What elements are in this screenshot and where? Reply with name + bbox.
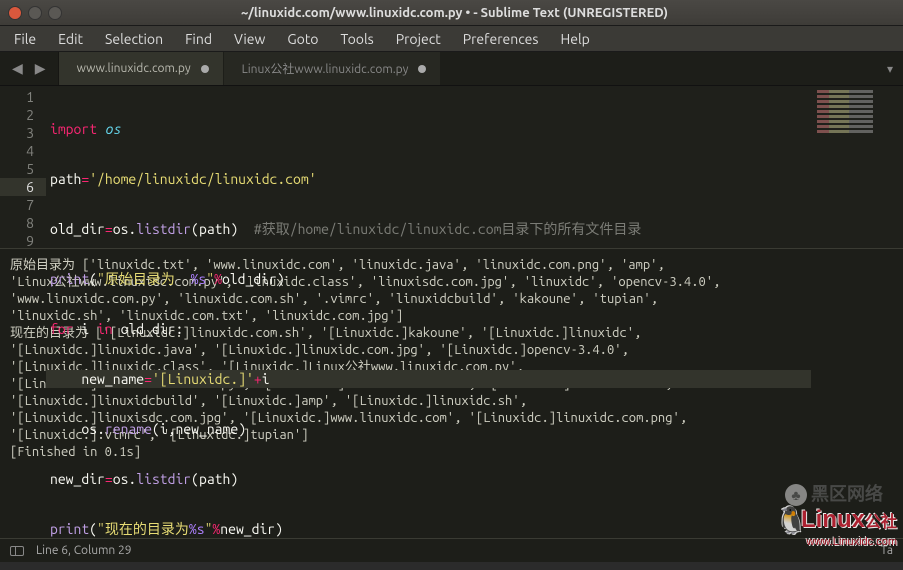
line-number: 2 xyxy=(0,106,46,124)
nav-arrows: ◀ ▶ xyxy=(0,52,59,85)
string: "原始目录为 xyxy=(97,271,191,287)
tux-icon: 🐧 xyxy=(775,505,807,536)
line-number-current: 6 xyxy=(0,178,46,196)
identifier: new_dir) xyxy=(220,521,283,537)
operator: + xyxy=(254,371,262,387)
tab-label: Linux公社www.linuxidc.com.py xyxy=(242,60,409,77)
watermark-brand: 🐧 Linux公社 www.Linuxidc.com xyxy=(801,506,897,534)
tab-overflow-icon[interactable]: ▾ xyxy=(877,52,903,85)
mushroom-icon: ♣ xyxy=(785,484,807,506)
identifier: i xyxy=(262,371,270,387)
menu-bar: File Edit Selection Find View Goto Tools… xyxy=(0,26,903,52)
comment: #获取/home/linuxidc/linuxidc.com目录下的所有文件目录 xyxy=(254,221,642,237)
menu-tools[interactable]: Tools xyxy=(331,28,384,50)
identifier: i xyxy=(74,321,98,337)
nav-forward-icon[interactable]: ▶ xyxy=(29,56,52,81)
function-call: listdir xyxy=(136,221,191,237)
paren: ( xyxy=(89,271,97,287)
identifier: new_dir xyxy=(50,471,105,487)
paren: ( xyxy=(89,521,97,537)
operator: = xyxy=(105,471,113,487)
menu-goto[interactable]: Goto xyxy=(277,28,328,50)
nav-back-icon[interactable]: ◀ xyxy=(6,56,29,81)
dot: . xyxy=(97,421,105,437)
operator: % xyxy=(214,271,222,287)
function-call: rename xyxy=(105,421,152,437)
watermark-label: 黑区网络 xyxy=(811,484,883,504)
string: " xyxy=(206,271,214,287)
window-title: ~/linuxidc.com/www.linuxidc.com.py • - S… xyxy=(74,6,835,20)
module: os xyxy=(97,121,121,137)
tab-active[interactable]: www.linuxidc.com.py xyxy=(59,52,224,85)
string: '[Linuxidc.]' xyxy=(152,371,254,387)
keyword: import xyxy=(50,121,97,137)
dirty-indicator-icon xyxy=(418,65,426,73)
tab-label: www.linuxidc.com.py xyxy=(77,62,191,75)
menu-edit[interactable]: Edit xyxy=(48,28,93,50)
dirty-indicator-icon xyxy=(201,65,209,73)
watermark-brand-text: Linux xyxy=(801,506,865,533)
menu-find[interactable]: Find xyxy=(175,28,222,50)
window-maximize-icon[interactable] xyxy=(48,6,62,20)
menu-preferences[interactable]: Preferences xyxy=(453,28,549,50)
args: (i,new_name) xyxy=(152,421,246,437)
menu-help[interactable]: Help xyxy=(550,28,599,50)
keyword: for xyxy=(50,321,74,337)
tab-inactive[interactable]: Linux公社www.linuxidc.com.py xyxy=(224,52,442,85)
identifier: new_name xyxy=(81,371,144,387)
identifier: os xyxy=(113,221,129,237)
identifier: path xyxy=(50,171,81,187)
minimap[interactable] xyxy=(811,86,903,248)
string: "现在的目录为 xyxy=(97,521,189,537)
format-spec: %s xyxy=(191,271,207,287)
identifier: os xyxy=(113,471,129,487)
tab-row: ◀ ▶ www.linuxidc.com.py Linux公社www.linux… xyxy=(0,52,903,86)
window-close-icon[interactable] xyxy=(8,6,22,20)
panel-switcher-icon[interactable] xyxy=(10,546,24,556)
menu-project[interactable]: Project xyxy=(386,28,451,50)
window-controls xyxy=(8,6,62,20)
string: '/home/linuxidc/linuxidc.com' xyxy=(89,171,316,187)
line-number: 7 xyxy=(0,196,46,214)
operator: = xyxy=(144,371,152,387)
watermark-url: www.Linuxidc.com xyxy=(807,536,897,548)
title-bar: ~/linuxidc.com/www.linuxidc.com.py • - S… xyxy=(0,0,903,26)
identifier: old_dir) xyxy=(222,271,285,287)
args: (path) xyxy=(191,471,238,487)
menu-file[interactable]: File xyxy=(4,28,46,50)
function-call: print xyxy=(50,521,89,537)
menu-selection[interactable]: Selection xyxy=(95,28,173,50)
format-spec: %s xyxy=(189,521,205,537)
identifier: old_dir xyxy=(50,221,105,237)
args: (path) xyxy=(191,221,254,237)
identifier: old_dir: xyxy=(113,321,184,337)
watermark-text: ♣黑区网络 xyxy=(785,480,883,506)
function-call: listdir xyxy=(136,471,191,487)
code-view[interactable]: import os path = '/home/linuxidc/linuxidc.… xyxy=(46,86,811,248)
watermark-suffix: 公社 xyxy=(865,514,897,531)
identifier: os xyxy=(81,421,97,437)
tabs: www.linuxidc.com.py Linux公社www.linuxidc.… xyxy=(59,52,903,85)
line-number: 3 xyxy=(0,124,46,142)
function-call: print xyxy=(50,271,89,287)
editor[interactable]: 1 2 3 4 5 6 7 8 9 import os path = '/home/… xyxy=(0,86,903,248)
line-number: 8 xyxy=(0,214,46,232)
window-minimize-icon[interactable] xyxy=(28,6,42,20)
line-number: 9 xyxy=(0,232,46,250)
line-number: 5 xyxy=(0,160,46,178)
operator: = xyxy=(105,221,113,237)
line-number: 4 xyxy=(0,142,46,160)
gutter: 1 2 3 4 5 6 7 8 9 xyxy=(0,86,46,248)
keyword: in xyxy=(97,321,113,337)
line-number: 1 xyxy=(0,88,46,106)
menu-view[interactable]: View xyxy=(224,28,275,50)
